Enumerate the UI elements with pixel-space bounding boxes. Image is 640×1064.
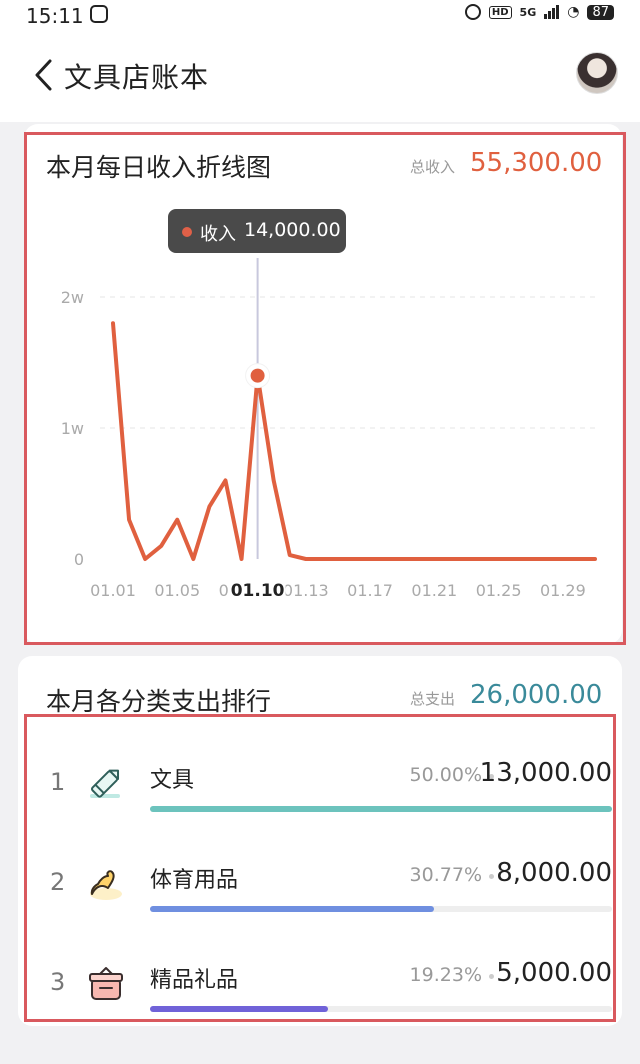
income-line-chart: 01w2w01.0101.0501.0901.1301.1701.2101.25… <box>61 258 600 604</box>
gift-box-icon <box>89 967 123 1000</box>
series-dot-icon <box>182 227 192 237</box>
category-amount: 13,000.00 <box>479 758 612 788</box>
category-name: 体育用品 <box>150 868 239 893</box>
x-tick-label: 01.13 <box>283 581 329 600</box>
income-series-line <box>111 321 597 561</box>
y-tick-label: 2w <box>61 288 84 307</box>
x-tick-label: 01.29 <box>540 581 586 600</box>
rank-number: 1 <box>50 768 66 796</box>
category-progress-fill <box>150 1006 328 1012</box>
active-x-label: 01.10 <box>231 581 285 601</box>
category-name: 文具 <box>150 768 195 793</box>
x-tick-label: 01.01 <box>90 581 136 600</box>
rank-number: 2 <box>50 868 66 896</box>
category-progress-track <box>150 806 612 812</box>
category-percent: 50.00% <box>409 764 482 786</box>
expense-ranking-card: 本月各分类支出排行 总支出 26,000.00 1 文具 50.00% 13,0… <box>18 656 622 1026</box>
category-amount: 8,000.00 <box>496 858 612 888</box>
expense-card-title: 本月各分类支出排行 <box>46 687 272 716</box>
chart-tooltip: 收入 14,000.00 <box>168 209 346 253</box>
category-progress-track <box>150 1006 612 1012</box>
x-tick-label: 01.25 <box>476 581 522 600</box>
category-progress-fill <box>150 806 612 812</box>
tooltip-series-label: 收入 <box>200 224 236 245</box>
category-name: 精品礼品 <box>150 968 239 993</box>
tooltip-value: 14,000.00 <box>244 219 341 241</box>
flexed-arm-icon <box>90 870 122 900</box>
separator-dot <box>489 874 494 879</box>
x-tick-label: 01.17 <box>347 581 393 600</box>
y-tick-label: 1w <box>61 419 84 438</box>
expense-total-label: 总支出 <box>410 690 456 708</box>
expense-row-gifts[interactable]: 3 精品礼品 19.23% 5,000.00 <box>42 950 618 1030</box>
category-percent: 30.77% <box>409 864 482 886</box>
expense-total-value: 26,000.00 <box>470 680 603 710</box>
active-data-point <box>250 368 265 383</box>
category-progress-track <box>150 906 612 912</box>
rank-number: 3 <box>50 968 66 996</box>
category-amount: 5,000.00 <box>496 958 612 988</box>
category-progress-fill <box>150 906 435 912</box>
category-percent: 19.23% <box>409 964 482 986</box>
expense-row-stationery[interactable]: 1 文具 50.00% 13,000.00 <box>42 750 618 830</box>
y-tick-label: 0 <box>74 550 84 569</box>
expense-row-sports[interactable]: 2 体育用品 30.77% 8,000.00 <box>42 850 618 930</box>
separator-dot <box>489 974 494 979</box>
pencil-icon <box>90 769 120 798</box>
x-tick-label: 01.05 <box>154 581 200 600</box>
x-tick-label: 01.21 <box>411 581 457 600</box>
